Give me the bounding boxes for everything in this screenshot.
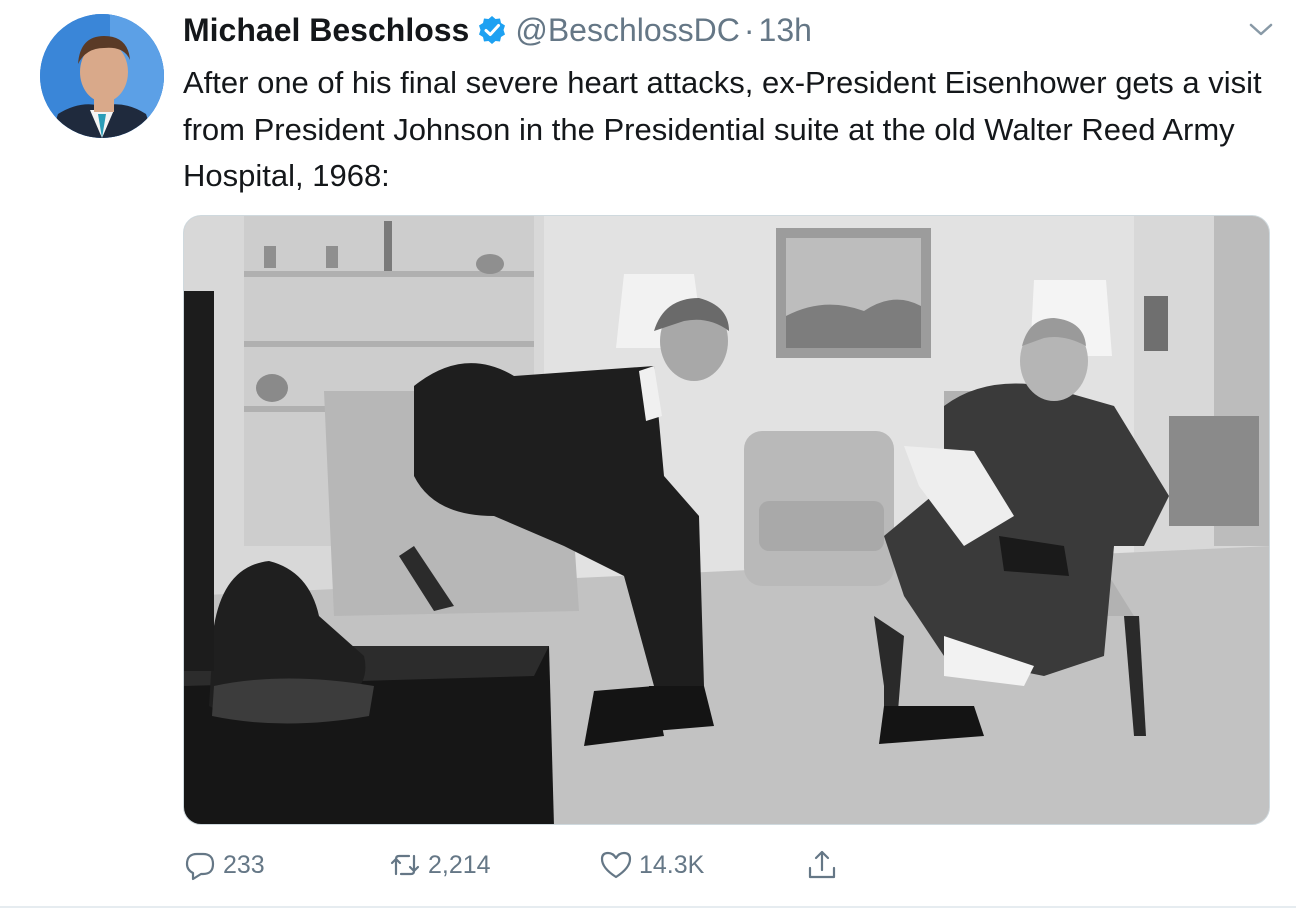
retweet-icon <box>390 854 420 876</box>
separator-dot: · <box>743 11 755 48</box>
share-icon <box>808 850 836 879</box>
reply-count: 233 <box>223 850 265 879</box>
tweet-divider <box>0 906 1296 908</box>
verified-badge-icon <box>477 15 507 45</box>
retweet-count: 2,214 <box>428 850 491 879</box>
author-handle[interactable]: @BeschlossDC <box>515 12 740 49</box>
tweet-header: Michael Beschloss @BeschlossDC · 13h <box>183 10 812 50</box>
avatar[interactable] <box>40 14 164 138</box>
chevron-down-icon[interactable] <box>1248 18 1274 40</box>
author-name[interactable]: Michael Beschloss <box>183 12 469 49</box>
like-count: 14.3K <box>639 850 705 879</box>
tweet[interactable]: Michael Beschloss @BeschlossDC · 13h Aft… <box>0 0 1296 914</box>
heart-icon <box>600 851 632 879</box>
share-button[interactable] <box>805 845 845 885</box>
tweet-photo[interactable] <box>183 215 1270 825</box>
reply-button[interactable]: 233 <box>183 845 265 885</box>
timestamp[interactable]: 13h <box>759 12 812 49</box>
retweet-button[interactable]: 2,214 <box>388 845 491 885</box>
reply-icon <box>185 852 215 881</box>
like-button[interactable]: 14.3K <box>599 845 704 885</box>
tweet-text: After one of his final severe heart atta… <box>183 65 1262 193</box>
tweet-actions: 233 2,214 14.3K <box>183 845 883 885</box>
